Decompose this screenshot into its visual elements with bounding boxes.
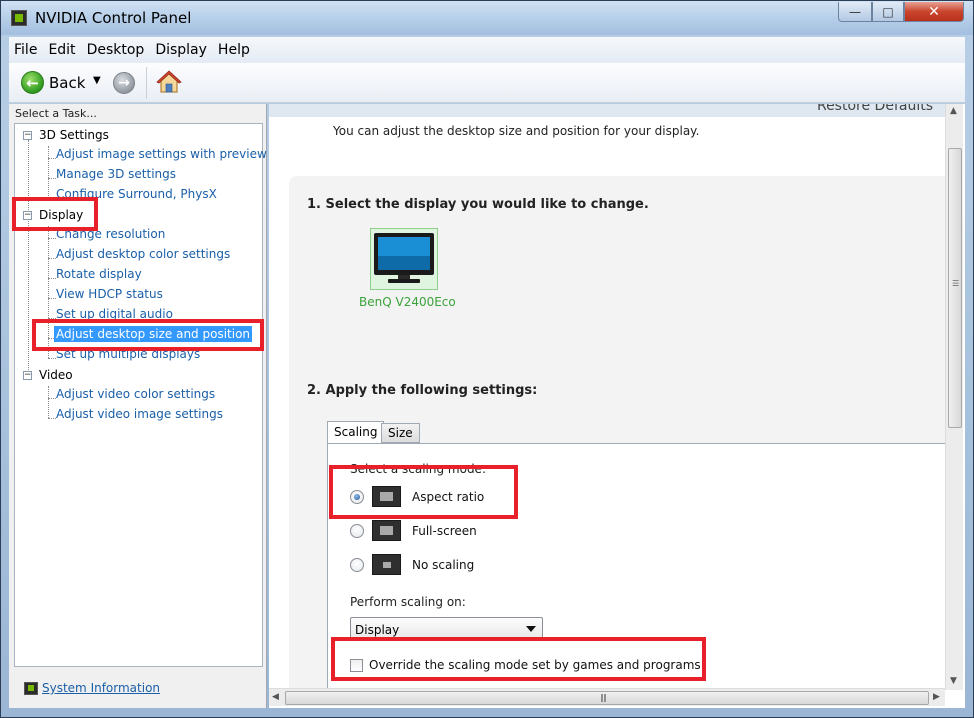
- back-button[interactable]: Back: [49, 74, 85, 92]
- settings-card: 1. Select the display you would like to …: [289, 176, 945, 696]
- nvidia-app-icon: [11, 10, 27, 26]
- monitor-icon: [374, 233, 434, 283]
- task-manage-3d-settings[interactable]: Manage 3D settings: [56, 167, 176, 181]
- tree-connector: [48, 238, 56, 239]
- tree-connector: [48, 298, 56, 299]
- tree-connector: [48, 178, 56, 179]
- task-adjust-video-color[interactable]: Adjust video color settings: [56, 387, 215, 401]
- display-name-label: BenQ V2400Eco: [359, 295, 456, 309]
- annotation-box-selected-task: [32, 319, 264, 351]
- annotation-box-display-category: [12, 197, 98, 231]
- expand-collapse-icon[interactable]: −: [23, 371, 32, 380]
- tree-connector: [48, 146, 49, 198]
- grip-icon: ☰: [952, 279, 959, 288]
- scroll-up-icon[interactable]: ▲: [950, 106, 957, 116]
- task-adjust-video-image[interactable]: Adjust video image settings: [56, 407, 223, 421]
- radio-full-screen[interactable]: [350, 524, 364, 538]
- tree-connector: [48, 358, 56, 359]
- close-button[interactable]: ✕: [904, 2, 964, 22]
- tab-size[interactable]: Size: [381, 423, 420, 443]
- home-icon[interactable]: [156, 69, 182, 95]
- task-view-hdcp-status[interactable]: View HDCP status: [56, 287, 163, 301]
- tab-scaling[interactable]: Scaling: [327, 421, 385, 444]
- tree-connector: [48, 258, 56, 259]
- system-information-link[interactable]: System Information: [42, 681, 160, 695]
- tree-category-video[interactable]: Video: [39, 368, 73, 382]
- step2-heading: 2. Apply the following settings:: [307, 383, 538, 398]
- window-title: NVIDIA Control Panel: [35, 9, 192, 27]
- restore-defaults-strip: Restore Defaults: [269, 104, 945, 117]
- grip-icon: ‖‖: [600, 693, 607, 702]
- menu-edit[interactable]: Edit: [43, 42, 80, 58]
- expand-collapse-icon[interactable]: −: [23, 131, 32, 140]
- forward-arrow-icon[interactable]: →: [113, 72, 135, 94]
- nvidia-control-panel-window: NVIDIA Control Panel — □ ✕ File Edit Des…: [0, 0, 974, 718]
- tree-connector: [48, 278, 56, 279]
- toolbar-separator: [146, 67, 147, 99]
- task-adjust-image-settings[interactable]: Adjust image settings with preview: [56, 147, 267, 161]
- menu-help[interactable]: Help: [213, 42, 255, 58]
- scroll-right-icon[interactable]: ▶: [933, 692, 940, 702]
- menu-desktop[interactable]: Desktop: [82, 42, 150, 58]
- full-screen-icon: [372, 520, 401, 541]
- perform-scaling-heading: Perform scaling on:: [350, 595, 466, 609]
- full-screen-label[interactable]: Full-screen: [412, 524, 477, 538]
- task-rotate-display[interactable]: Rotate display: [56, 267, 142, 281]
- back-arrow-icon[interactable]: ←: [21, 71, 44, 94]
- vertical-scrollbar[interactable]: ▲ ☰ ▼: [945, 104, 963, 690]
- vertical-scroll-thumb[interactable]: ☰: [948, 148, 962, 428]
- task-adjust-desktop-color[interactable]: Adjust desktop color settings: [56, 247, 230, 261]
- annotation-box-aspect-ratio: [329, 465, 518, 519]
- restore-defaults-link[interactable]: Restore Defaults: [817, 104, 933, 114]
- menu-bar: File Edit Desktop Display Help: [9, 37, 965, 63]
- maximize-button[interactable]: □: [872, 2, 904, 22]
- system-information-icon: [24, 682, 38, 695]
- radio-no-scaling[interactable]: [350, 558, 364, 572]
- title-bar[interactable]: NVIDIA Control Panel — □ ✕: [1, 1, 973, 35]
- back-history-dropdown-icon[interactable]: ▼: [93, 75, 101, 86]
- step1-heading: 1. Select the display you would like to …: [307, 197, 649, 212]
- minimize-button[interactable]: —: [838, 2, 872, 22]
- display-selector-tile[interactable]: [370, 228, 438, 290]
- no-scaling-icon: [372, 554, 401, 575]
- tree-connector: [48, 158, 56, 159]
- tree-connector: [48, 418, 56, 419]
- toolbar: ← Back ▼ →: [9, 63, 965, 103]
- scroll-down-icon[interactable]: ▼: [950, 676, 957, 686]
- annotation-box-override-checkbox: [331, 637, 706, 681]
- menu-file[interactable]: File: [9, 42, 42, 58]
- tree-connector: [28, 140, 29, 380]
- scroll-left-icon[interactable]: ◀: [272, 692, 279, 702]
- tree-connector: [48, 386, 49, 418]
- tree-category-3d-settings[interactable]: 3D Settings: [39, 128, 109, 142]
- content-panel: Restore Defaults You can adjust the desk…: [269, 104, 965, 708]
- no-scaling-label[interactable]: No scaling: [412, 558, 474, 572]
- chevron-down-icon: [526, 626, 536, 632]
- task-panel: Select a Task... − 3D Settings Adjust im…: [9, 104, 267, 708]
- task-panel-heading: Select a Task...: [15, 107, 97, 120]
- horizontal-scroll-thumb[interactable]: ‖‖: [285, 691, 929, 705]
- perform-scaling-value: Display: [355, 623, 400, 637]
- tree-connector: [48, 398, 56, 399]
- menu-display[interactable]: Display: [150, 42, 212, 58]
- page-description: You can adjust the desktop size and posi…: [333, 124, 700, 138]
- horizontal-scrollbar[interactable]: ◀ ‖‖ ▶: [269, 688, 945, 706]
